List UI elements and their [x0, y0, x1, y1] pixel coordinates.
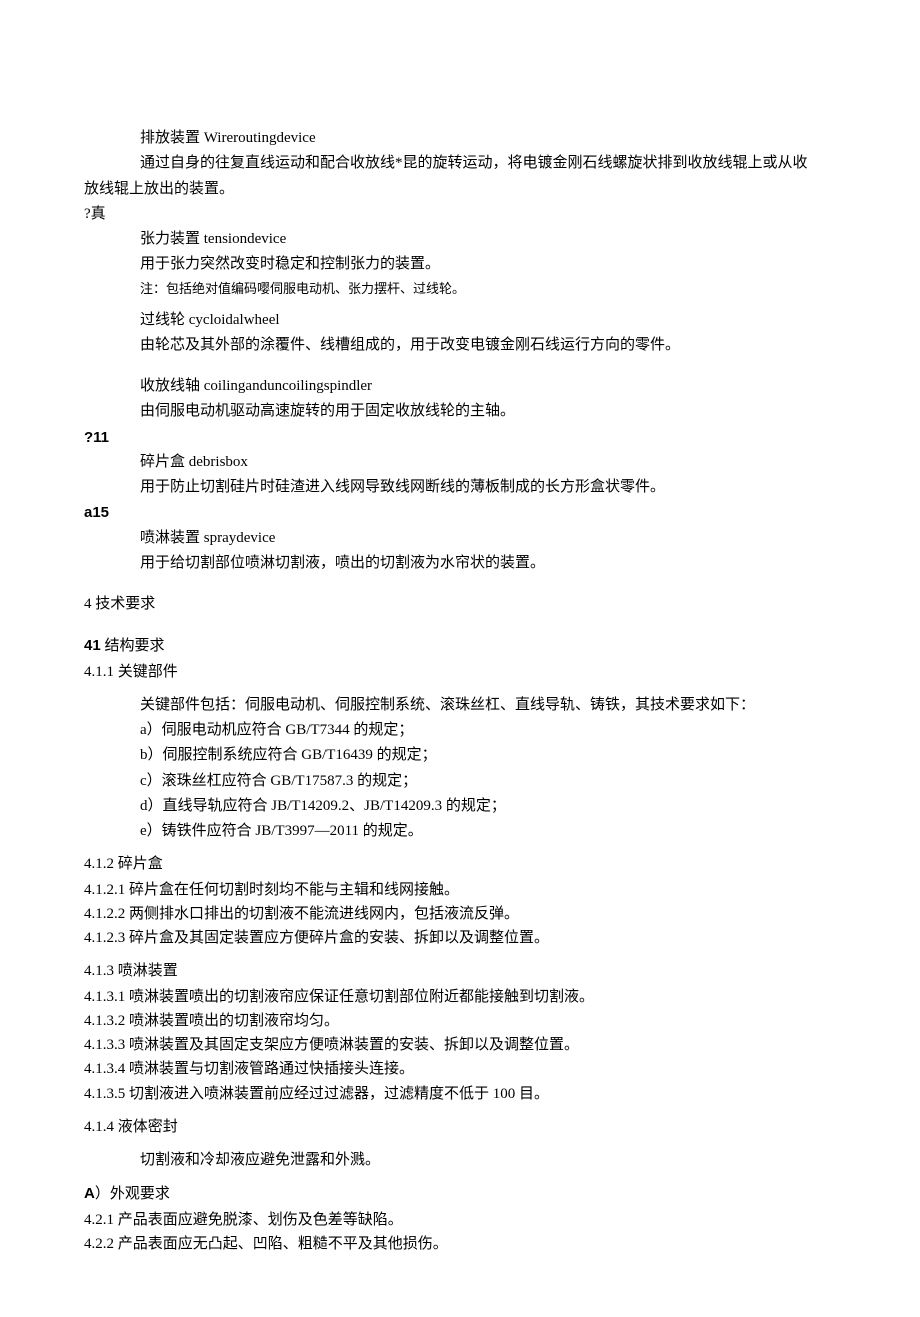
- term-wire-routing-title: 排放装置 Wireroutingdevice: [84, 127, 836, 150]
- section-4-1-2: 4.1.2 碎片盒: [84, 853, 836, 876]
- marker-3: a15: [84, 501, 836, 524]
- s411-d: d）直线导轨应符合 JB/T14209.2、JB/T14209.3 的规定；: [140, 795, 836, 818]
- s4134: 4.1.3.4 喷淋装置与切割液管路通过快插接头连接。: [84, 1058, 836, 1081]
- marker-2: ?11: [84, 426, 836, 449]
- s422: 4.2.2 产品表面应无凸起、凹陷、粗糙不平及其他损伤。: [84, 1233, 836, 1256]
- s4122: 4.1.2.2 两侧排水口排出的切割液不能流进线网内，包括液流反弹。: [84, 903, 836, 926]
- term-debrisbox-title: 碎片盒 debrisbox: [84, 451, 836, 474]
- s4121: 4.1.2.1 碎片盒在任何切割时刻均不能与主辑和线网接触。: [84, 879, 836, 902]
- term-spindler-title: 收放线轴 coilinganduncoilingspindler: [84, 375, 836, 398]
- s4135: 4.1.3.5 切割液进入喷淋装置前应经过过滤器，过滤精度不低于 100 目。: [84, 1083, 836, 1106]
- s4132: 4.1.3.2 喷淋装置喷出的切割液帘均匀。: [84, 1010, 836, 1033]
- section-4-1-4: 4.1.4 液体密封: [84, 1116, 836, 1139]
- s414-body: 切割液和冷却液应避免泄露和外溅。: [84, 1149, 836, 1172]
- s411-c: c）滚珠丝杠应符合 GB/T17587.3 的规定；: [140, 770, 836, 793]
- s4131: 4.1.3.1 喷淋装置喷出的切割液帘应保证任意切割部位附近都能接触到切割液。: [84, 986, 836, 1009]
- section-A: A）外观要求A）外观要求: [84, 1182, 836, 1206]
- term-debrisbox-body: 用于防止切割硅片时硅渣进入线网导致线网断线的薄板制成的长方形盒状零件。: [84, 476, 836, 499]
- s4133: 4.1.3.3 喷淋装置及其固定支架应方便喷淋装置的安装、拆卸以及调整位置。: [84, 1034, 836, 1057]
- term-cycloidal-body: 由轮芯及其外部的涂覆件、线槽组成的，用于改变电镀金刚石线运行方向的零件。: [84, 334, 836, 357]
- term-tension-note: 注：包括绝对值编码嘤伺服电动机、张力摆杆、过线轮。: [84, 279, 836, 299]
- s411-e: e）铸铁件应符合 JB/T3997—2011 的规定。: [140, 820, 836, 843]
- term-tension-title: 张力装置 tensiondevice: [84, 228, 836, 251]
- s411-intro: 关键部件包括：伺服电动机、伺服控制系统、滚珠丝杠、直线导轨、铸铁，其技术要求如下…: [140, 694, 836, 717]
- s4123: 4.1.2.3 碎片盒及其固定装置应方便碎片盒的安装、拆卸以及调整位置。: [84, 927, 836, 950]
- term-cycloidal-title: 过线轮 cycloidalwheel: [84, 309, 836, 332]
- term-wire-routing-body-2: 放线辊上放出的装置。: [84, 178, 836, 201]
- section-4-1: 41 41 结构要求结构要求: [84, 634, 836, 658]
- section-4: 4 技术要求: [84, 593, 836, 616]
- s411-a: a）伺服电动机应符合 GB/T7344 的规定；: [140, 719, 836, 742]
- s411-b: b）伺服控制系统应符合 GB/T16439 的规定；: [140, 744, 836, 767]
- term-spray-body: 用于给切割部位喷淋切割液，喷出的切割液为水帘状的装置。: [84, 552, 836, 575]
- s421: 4.2.1 产品表面应避免脱漆、划伤及色差等缺陷。: [84, 1209, 836, 1232]
- term-spindler-body: 由伺服电动机驱动高速旋转的用于固定收放线轮的主轴。: [84, 400, 836, 423]
- term-wire-routing-body-1: 通过自身的往复直线运动和配合收放线*昆的旋转运动，将电镀金刚石线螺旋状排到收放线…: [84, 152, 836, 175]
- section-4-1-1: 4.1.1 关键部件: [84, 661, 836, 684]
- section-4-1-3: 4.1.3 喷淋装置: [84, 960, 836, 983]
- term-spray-title: 喷淋装置 spraydevice: [84, 527, 836, 550]
- marker-1: ?真: [84, 203, 836, 226]
- term-tension-body: 用于张力突然改变时稳定和控制张力的装置。: [84, 253, 836, 276]
